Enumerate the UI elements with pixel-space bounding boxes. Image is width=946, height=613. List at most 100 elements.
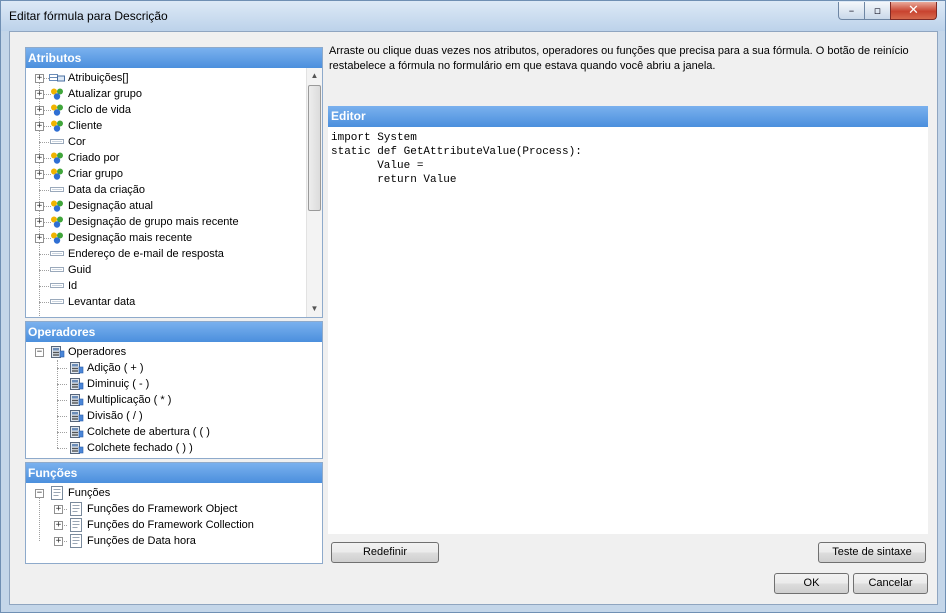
collapse-icon[interactable]: − bbox=[35, 348, 44, 357]
attribute-label: Cliente bbox=[68, 120, 103, 132]
close-button[interactable]: ✕ bbox=[890, 2, 937, 20]
attribute-item[interactable]: + Designação mais recente bbox=[26, 230, 306, 246]
attribute-item[interactable]: + Ciclo de vida bbox=[26, 102, 306, 118]
operator-icon bbox=[68, 409, 84, 423]
attributes-scrollbar[interactable]: ▲ ▼ bbox=[306, 68, 322, 317]
attribute-item[interactable]: Data da criação bbox=[26, 182, 306, 198]
formula-code-editor[interactable]: import System static def GetAttributeVal… bbox=[328, 127, 928, 191]
attributes-tree[interactable]: + Atribuições[] + Atualizar grupo + Ciclo de … bbox=[26, 68, 322, 316]
attribute-label: Atribuições[] bbox=[68, 72, 129, 84]
field-icon bbox=[49, 295, 65, 309]
functions-root[interactable]: − Funções bbox=[26, 485, 306, 501]
operator-item[interactable]: Diminuiç ( - ) bbox=[26, 376, 306, 392]
scroll-thumb[interactable] bbox=[308, 85, 321, 211]
attribute-item[interactable]: + Cliente bbox=[26, 118, 306, 134]
attribute-item[interactable]: + Designação de grupo mais recente bbox=[26, 214, 306, 230]
operator-label: Adição ( + ) bbox=[87, 362, 144, 374]
attribute-label: Endereço de e-mail de resposta bbox=[68, 248, 224, 260]
attribute-item[interactable]: Levantar data bbox=[26, 294, 306, 310]
operators-tree[interactable]: − Operadores Adição ( + ) Diminuiç ( - ) Mul… bbox=[26, 342, 322, 458]
attribute-item[interactable]: + Designação atual bbox=[26, 198, 306, 214]
expand-icon[interactable]: + bbox=[35, 122, 44, 131]
attribute-label: Data da criação bbox=[68, 184, 146, 196]
tree-guide-line bbox=[57, 448, 67, 449]
operator-item[interactable]: Divisão ( / ) bbox=[26, 408, 306, 424]
minimize-button[interactable]: – bbox=[838, 2, 865, 20]
attribute-label: Ciclo de vida bbox=[68, 104, 131, 116]
attribute-label: Criar grupo bbox=[68, 168, 124, 180]
functions-header: Funções bbox=[26, 463, 322, 483]
group-icon bbox=[49, 103, 65, 117]
expand-icon[interactable]: + bbox=[35, 202, 44, 211]
operators-panel: Operadores − Operadores Adição ( + ) Diminu… bbox=[25, 321, 323, 459]
attribute-item[interactable]: Id bbox=[26, 278, 306, 294]
expand-icon[interactable]: + bbox=[35, 170, 44, 179]
expand-icon[interactable]: + bbox=[35, 90, 44, 99]
tree-guide-line bbox=[57, 432, 67, 433]
attributes-panel: Atributos + Atribuições[] + Atualizar grupo… bbox=[25, 47, 323, 318]
operators-root[interactable]: − Operadores bbox=[26, 344, 306, 360]
function-item[interactable]: + Funções de Data hora bbox=[26, 533, 306, 549]
expand-icon[interactable]: + bbox=[54, 505, 63, 514]
scroll-up-icon[interactable]: ▲ bbox=[307, 68, 322, 84]
operator-label: Divisão ( / ) bbox=[87, 410, 143, 422]
function-item[interactable]: + Funções do Framework Object bbox=[26, 501, 306, 517]
title-bar[interactable]: Editar fórmula para Descrição – ▫ ✕ bbox=[1, 1, 945, 31]
operator-icon bbox=[68, 393, 84, 407]
expand-icon[interactable]: + bbox=[54, 521, 63, 530]
attribute-item[interactable]: + Criado por bbox=[26, 150, 306, 166]
functions-tree[interactable]: − Funções + Funções do Framework Object + Fun… bbox=[26, 483, 322, 563]
attribute-label: Designação de grupo mais recente bbox=[68, 216, 239, 228]
group-icon bbox=[49, 119, 65, 133]
syntax-test-button[interactable]: Teste de sintaxe bbox=[818, 542, 926, 563]
expand-icon[interactable]: + bbox=[35, 234, 44, 243]
operator-item[interactable]: Colchete fechado ( ) ) bbox=[26, 440, 306, 456]
maximize-button[interactable]: ▫ bbox=[864, 2, 891, 20]
tree-guide-line bbox=[57, 416, 67, 417]
attribute-item[interactable]: Endereço de e-mail de resposta bbox=[26, 246, 306, 262]
cancel-button[interactable]: Cancelar bbox=[853, 573, 928, 594]
field-icon bbox=[49, 263, 65, 277]
expand-icon[interactable]: + bbox=[35, 74, 44, 83]
tree-guide-line bbox=[57, 400, 67, 401]
function-icon bbox=[68, 518, 84, 532]
operator-icon bbox=[49, 345, 65, 359]
attribute-label: Atualizar grupo bbox=[68, 88, 142, 100]
field-icon bbox=[49, 135, 65, 149]
attribute-item[interactable]: + Atribuições[] bbox=[26, 70, 306, 86]
operators-root-label: Operadores bbox=[68, 346, 127, 358]
operator-label: Multiplicação ( * ) bbox=[87, 394, 172, 406]
operator-item[interactable]: Adição ( + ) bbox=[26, 360, 306, 376]
operator-icon bbox=[68, 361, 84, 375]
function-icon bbox=[68, 502, 84, 516]
expand-icon[interactable]: + bbox=[35, 106, 44, 115]
expand-icon[interactable]: + bbox=[35, 218, 44, 227]
expand-icon[interactable]: + bbox=[35, 154, 44, 163]
attribute-label: Guid bbox=[68, 264, 92, 276]
attribute-label: Criado por bbox=[68, 152, 120, 164]
attribute-item[interactable]: Cor bbox=[26, 134, 306, 150]
group-icon bbox=[49, 199, 65, 213]
attribute-item[interactable]: + Atualizar grupo bbox=[26, 86, 306, 102]
function-icon bbox=[68, 534, 84, 548]
operator-icon bbox=[68, 425, 84, 439]
group-icon bbox=[49, 167, 65, 181]
scroll-down-icon[interactable]: ▼ bbox=[307, 301, 322, 317]
table-icon bbox=[49, 71, 65, 85]
reset-button[interactable]: Redefinir bbox=[331, 542, 439, 563]
attribute-item[interactable]: Guid bbox=[26, 262, 306, 278]
operator-item[interactable]: Multiplicação ( * ) bbox=[26, 392, 306, 408]
function-label: Funções do Framework Collection bbox=[87, 519, 254, 531]
instructions-text: Arraste ou clique duas vezes nos atribut… bbox=[329, 45, 909, 72]
operator-label: Colchete fechado ( ) ) bbox=[87, 442, 193, 454]
field-icon bbox=[49, 183, 65, 197]
tree-guide-line bbox=[57, 384, 67, 385]
attributes-header: Atributos bbox=[26, 48, 322, 68]
editor-header: Editor bbox=[328, 106, 928, 127]
function-item[interactable]: + Funções do Framework Collection bbox=[26, 517, 306, 533]
dialog-body: Atributos + Atribuições[] + Atualizar grupo… bbox=[9, 31, 938, 605]
ok-button[interactable]: OK bbox=[774, 573, 849, 594]
operator-item[interactable]: Colchete de abertura ( ( ) bbox=[26, 424, 306, 440]
attribute-item[interactable]: + Criar grupo bbox=[26, 166, 306, 182]
expand-icon[interactable]: + bbox=[54, 537, 63, 546]
